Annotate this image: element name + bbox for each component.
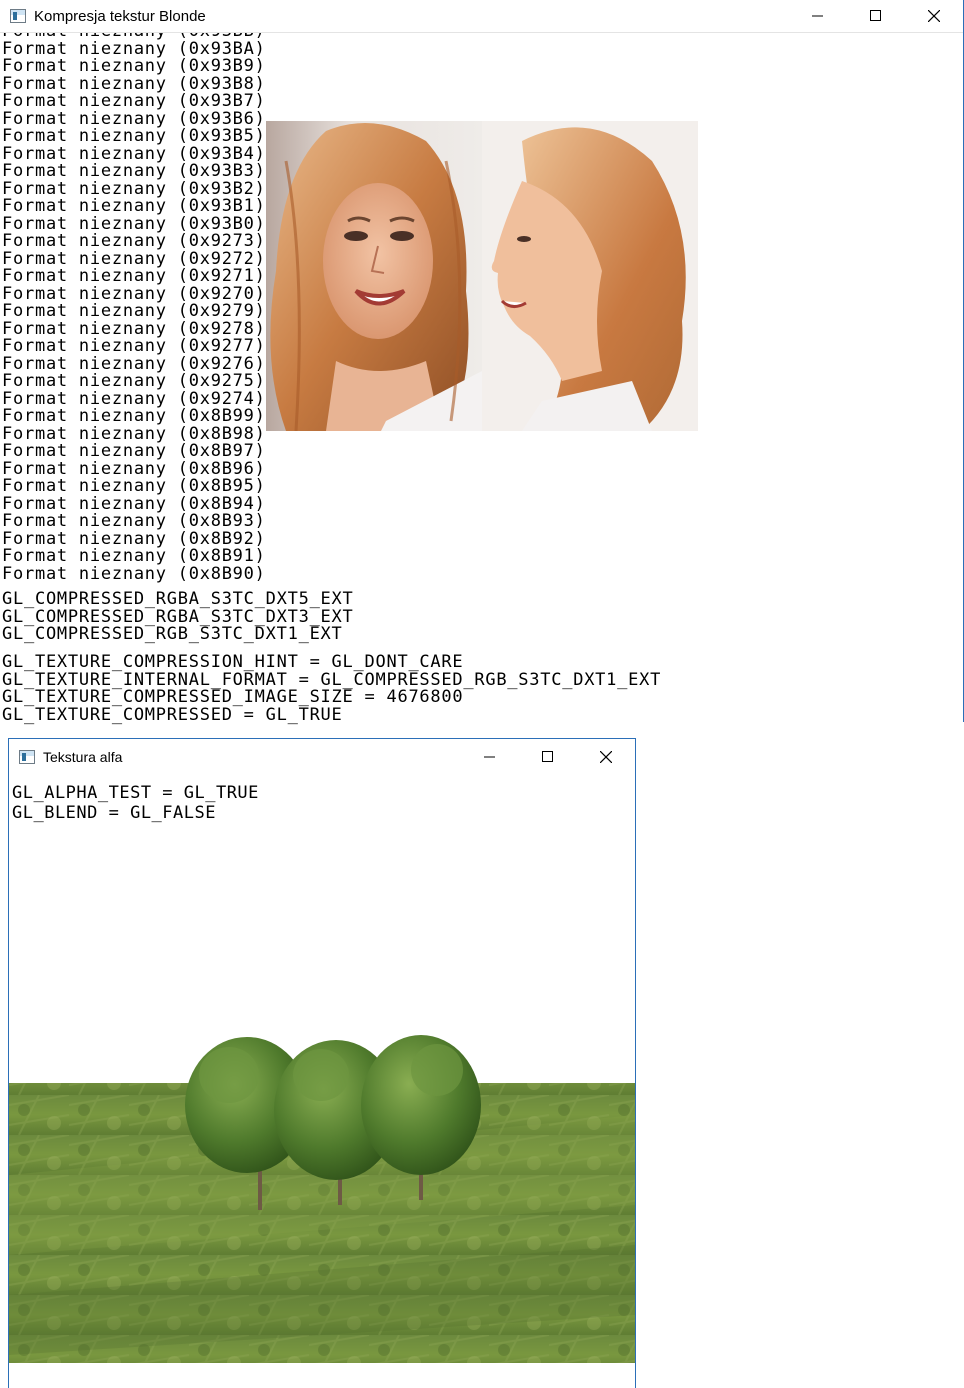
compressed-format-line: GL_COMPRESSED_RGB_S3TC_DXT1_EXT — [2, 624, 343, 644]
app-window-icon — [10, 9, 26, 23]
window-kompresja-tekstur[interactable]: Format nieznany (0x93BB) Format nieznany… — [0, 0, 964, 725]
minimize-icon — [812, 15, 823, 17]
caption-buttons — [789, 0, 963, 32]
texture-profile-face — [482, 121, 698, 431]
texture-front-face — [266, 121, 482, 431]
titlebar-window2[interactable]: Tekstura alfa — [9, 739, 635, 776]
close-icon — [600, 751, 612, 763]
window-title: Kompresja tekstur Blonde — [34, 7, 206, 25]
console-format-list: Format nieznany (0x93BB) Format nieznany… — [2, 33, 266, 583]
format-unknown-line: Format nieznany (0x8B90) — [2, 563, 266, 584]
maximize-icon — [542, 751, 553, 762]
caption-buttons — [461, 739, 635, 775]
console-alpha-state: GL_ALPHA_TEST = GL_TRUE GL_BLEND = GL_FA… — [12, 783, 259, 823]
opengl-scene[interactable] — [9, 775, 635, 1365]
close-button[interactable] — [905, 0, 963, 32]
titlebar-window1[interactable]: Kompresja tekstur Blonde — [0, 0, 963, 33]
window-tekstura-alfa[interactable]: Tekstura alfa GL_ALPHA_TEST = GL_TRUE GL… — [8, 738, 636, 1388]
maximize-icon — [870, 10, 881, 21]
window-title: Tekstura alfa — [43, 749, 123, 765]
texture-state-line: GL_TEXTURE_COMPRESSED = GL_TRUE — [2, 704, 343, 725]
minimize-button[interactable] — [461, 739, 519, 775]
alpha-state-line: GL_ALPHA_TEST = GL_TRUE — [12, 783, 259, 803]
minimize-button[interactable] — [789, 0, 847, 32]
console-texture-state: GL_TEXTURE_COMPRESSION_HINT = GL_DONT_CA… — [2, 653, 661, 725]
app-window-icon — [19, 750, 35, 764]
tree-scene-render — [9, 1035, 635, 1365]
compressed-texture-image — [266, 121, 698, 431]
maximize-button[interactable] — [847, 0, 905, 32]
console-compressed-formats: GL_COMPRESSED_RGBA_S3TC_DXT5_EXT GL_COMP… — [2, 590, 354, 644]
maximize-button[interactable] — [519, 739, 577, 775]
close-icon — [928, 10, 940, 22]
alpha-state-line: GL_BLEND = GL_FALSE — [12, 803, 216, 823]
minimize-icon — [484, 756, 495, 758]
close-button[interactable] — [577, 739, 635, 775]
